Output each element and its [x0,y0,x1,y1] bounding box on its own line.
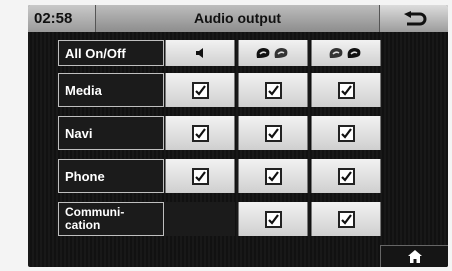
checkbox[interactable] [337,81,355,99]
phone-checkbox-front[interactable] [238,159,308,193]
checkbox[interactable] [264,167,282,185]
communication-label-text: Communi- cation [65,205,125,232]
phone-checkbox-rear[interactable] [311,159,381,193]
checkmark-icon [340,127,352,139]
checkbox[interactable] [337,210,355,228]
checkbox[interactable] [264,124,282,142]
checkmark-icon [340,213,352,225]
communication-checkbox-front[interactable] [238,202,308,236]
checkmark-icon [340,84,352,96]
phone-label: Phone [58,159,164,193]
media-checkbox-front[interactable] [238,73,308,107]
screen: 02:58 Audio output All On/Off Media Navi… [28,5,448,267]
checkbox[interactable] [337,167,355,185]
checkbox[interactable] [264,81,282,99]
checkmark-icon [194,127,206,139]
checkmark-icon [194,84,206,96]
all-toggle-speaker[interactable] [165,40,235,66]
back-arrow-icon [404,10,427,25]
checkmark-icon [267,127,279,139]
front-speakers-icon [256,48,288,58]
home-button[interactable] [380,245,448,267]
navi-label: Navi [58,116,164,150]
all-on-off-label: All On/Off [58,40,164,66]
checkbox[interactable] [191,124,209,142]
title-bar: 02:58 Audio output [28,5,448,32]
all-toggle-front-speakers[interactable] [238,40,308,66]
speaker-icon [196,48,203,58]
communication-checkbox-rear[interactable] [311,202,381,236]
checkmark-icon [194,170,206,182]
checkmark-icon [267,213,279,225]
home-icon [407,250,422,263]
checkbox[interactable] [337,124,355,142]
checkbox[interactable] [191,167,209,185]
checkbox[interactable] [264,210,282,228]
communication-speaker-empty [165,202,235,236]
phone-checkbox-speaker[interactable] [165,159,235,193]
checkmark-icon [267,84,279,96]
media-checkbox-rear[interactable] [311,73,381,107]
rear-speakers-icon [329,48,361,58]
navi-checkbox-rear[interactable] [311,116,381,150]
checkmark-icon [267,170,279,182]
media-checkbox-speaker[interactable] [165,73,235,107]
navi-checkbox-front[interactable] [238,116,308,150]
communication-label: Communi- cation [58,202,164,236]
checkbox[interactable] [191,81,209,99]
media-label: Media [58,73,164,107]
page-title: Audio output [96,5,380,32]
all-toggle-rear-speakers[interactable] [311,40,381,66]
back-button[interactable] [380,5,448,32]
navi-checkbox-speaker[interactable] [165,116,235,150]
checkmark-icon [340,170,352,182]
clock: 02:58 [28,5,96,32]
